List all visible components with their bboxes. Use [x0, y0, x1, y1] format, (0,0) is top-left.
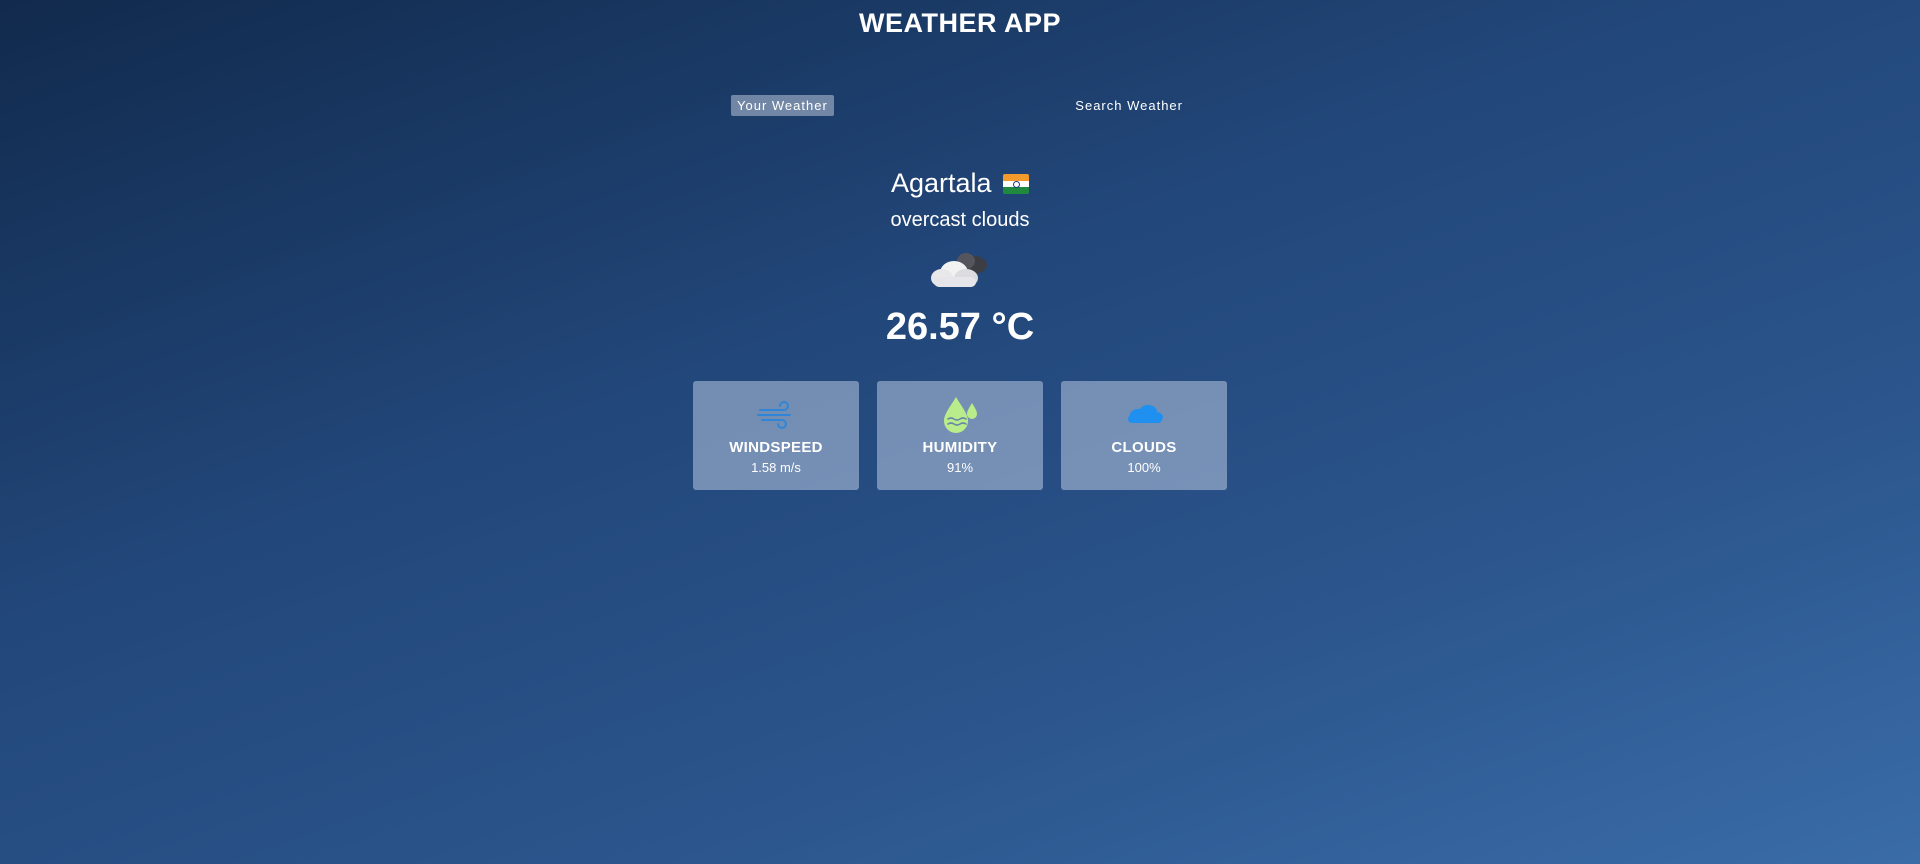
temperature: 26.57 °C — [885, 306, 1035, 348]
stats-cards: WINDSPEED 1.58 m/s HUMIDITY 91% CLOUDS 1… — [693, 381, 1227, 490]
weather-info: Agartala overcast clouds 26.57 °C — [0, 165, 1920, 349]
card-value: 1.58 m/s — [751, 460, 801, 475]
windspeed-card: WINDSPEED 1.58 m/s — [693, 381, 859, 490]
wind-icon — [757, 401, 791, 429]
tab-your-weather[interactable]: Your Weather — [731, 95, 834, 116]
city-name: Agartala — [890, 168, 992, 198]
india-flag-icon — [1003, 174, 1030, 194]
city-line: Agartala — [0, 165, 1920, 201]
humidity-icon — [944, 397, 977, 433]
card-title: WINDSPEED — [729, 439, 823, 456]
card-value: 100% — [1127, 460, 1161, 475]
card-title: HUMIDITY — [922, 439, 998, 456]
tab-bar: Your Weather Search Weather — [731, 95, 1189, 117]
clouds-card: CLOUDS 100% — [1061, 381, 1227, 490]
weather-description: overcast clouds — [890, 209, 1030, 231]
app-title: WEATHER APP — [858, 8, 1061, 38]
cloud-icon — [931, 253, 987, 287]
clouds-icon — [1128, 405, 1163, 423]
card-title: CLOUDS — [1111, 439, 1177, 456]
tab-search-weather[interactable]: Search Weather — [1069, 95, 1189, 116]
humidity-card: HUMIDITY 91% — [877, 381, 1043, 490]
card-value: 91% — [946, 460, 974, 475]
